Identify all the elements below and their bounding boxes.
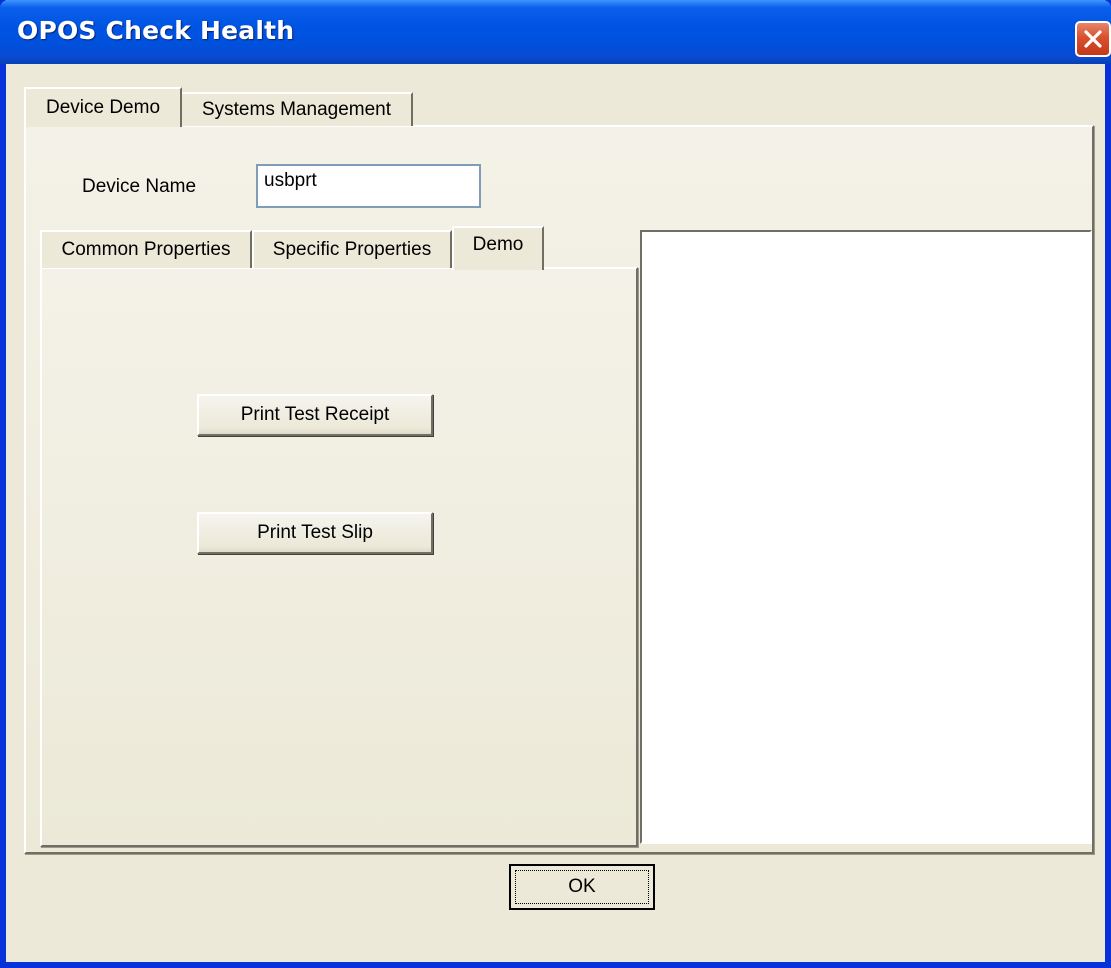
print-test-receipt-button[interactable]: Print Test Receipt (197, 394, 433, 436)
dialog-content: Device Demo Systems Management Device Na… (6, 64, 1105, 962)
close-icon (1082, 28, 1104, 50)
device-name-value: usbprt (264, 170, 317, 191)
tab-demo[interactable]: Demo (452, 226, 544, 270)
output-listbox[interactable] (640, 230, 1092, 844)
button-label: Print Test Slip (257, 522, 373, 543)
tab-label: Systems Management (201, 99, 392, 120)
tab-label: Device Demo (45, 97, 161, 118)
button-label: OK (568, 876, 596, 897)
device-name-label: Device Name (82, 176, 197, 197)
tab-label: Common Properties (61, 239, 231, 260)
tab-specific-properties[interactable]: Specific Properties (252, 230, 452, 268)
button-label: Print Test Receipt (240, 404, 390, 425)
tab-device-demo[interactable]: Device Demo (24, 87, 182, 127)
tab-systems-management[interactable]: Systems Management (180, 92, 413, 126)
demo-panel (40, 267, 638, 847)
print-test-slip-button[interactable]: Print Test Slip (197, 512, 433, 554)
tab-common-properties[interactable]: Common Properties (40, 230, 252, 268)
ok-button[interactable]: OK (509, 864, 655, 910)
dialog-window: OPOS Check Health Device Demo Systems Ma… (0, 0, 1111, 968)
tab-label: Specific Properties (272, 239, 432, 260)
window-title: OPOS Check Health (17, 16, 295, 45)
device-name-input[interactable]: usbprt (256, 164, 481, 208)
tab-label: Demo (472, 234, 524, 255)
close-button[interactable] (1075, 21, 1111, 57)
title-bar[interactable]: OPOS Check Health (0, 0, 1111, 64)
focus-rect: OK (515, 870, 649, 904)
